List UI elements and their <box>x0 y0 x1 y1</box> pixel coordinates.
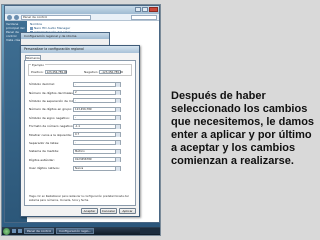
setting-row: Sistema de medida: Métrico <box>29 147 131 155</box>
positive-label: Positivo: <box>31 70 44 74</box>
audio-icon <box>30 26 33 30</box>
setting-label: Formato de número negativo: <box>29 124 73 129</box>
setting-label: Sistema de medida: <box>29 149 59 154</box>
setting-label: Número de dígitos en grupo: <box>29 107 73 112</box>
setting-dropdown[interactable]: , <box>73 140 121 146</box>
setting-dropdown[interactable]: 0123456789 <box>73 157 121 163</box>
setting-row: Número de dígitos decimales: 2 <box>29 88 131 96</box>
setting-dropdown[interactable]: . <box>73 81 121 87</box>
setting-row: Formato de número negativo: -1.1 <box>29 122 131 130</box>
setting-label: Mostrar ceros a la izquierda: <box>29 132 72 137</box>
setting-dropdown[interactable]: 0.7 <box>73 132 121 138</box>
reset-note: Haga clic en Restablecer para restaurar … <box>29 195 129 202</box>
setting-label: Número de dígitos decimales: <box>29 90 73 95</box>
setting-dropdown[interactable]: Nunca <box>73 165 121 171</box>
apply-button[interactable]: Aplicar <box>119 208 136 214</box>
dialog-buttons: Aceptar Cancelar Aplicar <box>81 208 136 214</box>
setting-row: Número de dígitos en grupo: 123,456,789 <box>29 105 131 113</box>
taskbar-item-control-panel[interactable]: Panel de control <box>24 228 55 234</box>
minimize-button[interactable] <box>135 7 141 12</box>
setting-row: Usar dígitos nativos: Nunca <box>29 164 131 172</box>
example-label: Ejemplo <box>31 63 46 67</box>
region-dialog-title: Configuración regional y de idioma <box>21 33 109 39</box>
setting-label: Usar dígitos nativos: <box>29 166 60 171</box>
back-icon[interactable] <box>7 14 12 20</box>
setting-row: Separador de listas:, <box>29 139 131 147</box>
negative-value: -123,456,789.00 <box>99 70 124 74</box>
screenshot: Panel de control Ventana principal del P… <box>1 4 161 236</box>
dialog-title: Personalizar la configuración regional <box>21 46 139 53</box>
setting-label: Símbolo decimal: <box>29 82 55 87</box>
settings-list: Símbolo decimal:. Número de dígitos decim… <box>29 80 131 172</box>
setting-dropdown[interactable]: 2 <box>73 90 121 96</box>
taskbar-item-regional-config[interactable]: Configuración regio... <box>56 228 95 234</box>
quick-launch-icon[interactable] <box>18 229 22 233</box>
setting-row: Símbolo decimal:. <box>29 80 131 88</box>
dialog-body: Ejemplo Positivo: 123,456,789.00 Negativ… <box>24 60 136 206</box>
setting-dropdown[interactable]: - <box>73 115 121 121</box>
system-tray[interactable] <box>140 228 160 234</box>
accept-button[interactable]: Aceptar <box>81 208 98 214</box>
setting-dropdown[interactable]: -1.1 <box>73 123 121 129</box>
setting-row: Dígitos estándar: 0123456789 <box>29 156 131 164</box>
customize-regional-dialog: Personalizar la configuración regional N… <box>20 45 140 217</box>
close-button[interactable] <box>149 7 158 12</box>
search-input[interactable] <box>131 14 157 20</box>
negative-label: Negativo: <box>84 70 99 74</box>
setting-label: Símbolo de separación de miles: <box>29 98 73 103</box>
setting-row: Símbolo de separación de miles:, <box>29 97 131 105</box>
example-group: Ejemplo Positivo: 123,456,789.00 Negativ… <box>28 63 132 76</box>
forward-icon[interactable] <box>14 14 19 20</box>
taskbar: Panel de control Configuración regio... <box>2 227 160 235</box>
setting-row: Mostrar ceros a la izquierda: 0.7 <box>29 130 131 138</box>
start-button[interactable] <box>3 227 10 235</box>
setting-label: Separador de listas: <box>29 140 60 145</box>
setting-label: Dígitos estándar: <box>29 157 55 162</box>
cancel-button[interactable]: Cancelar <box>100 208 117 214</box>
maximize-button[interactable] <box>142 7 148 12</box>
setting-row: Símbolo de signo negativo: - <box>29 114 131 122</box>
setting-label: Símbolo de signo negativo: <box>29 115 70 120</box>
setting-dropdown[interactable]: , <box>73 98 121 104</box>
setting-dropdown[interactable]: Métrico <box>73 148 121 154</box>
quick-launch-icon[interactable] <box>12 229 16 233</box>
address-bar: Panel de control <box>5 14 159 21</box>
caption-text: Después de haber seleccionado los cambio… <box>171 90 315 167</box>
control-panel-titlebar <box>5 6 159 14</box>
positive-example: Positivo: 123,456,789.00 <box>31 70 67 74</box>
positive-value: 123,456,789.00 <box>44 70 68 74</box>
setting-dropdown[interactable]: 123,456,789 <box>73 106 121 112</box>
negative-example: Negativo: -123,456,789.00 <box>84 70 124 74</box>
address-input[interactable]: Panel de control <box>21 14 91 20</box>
